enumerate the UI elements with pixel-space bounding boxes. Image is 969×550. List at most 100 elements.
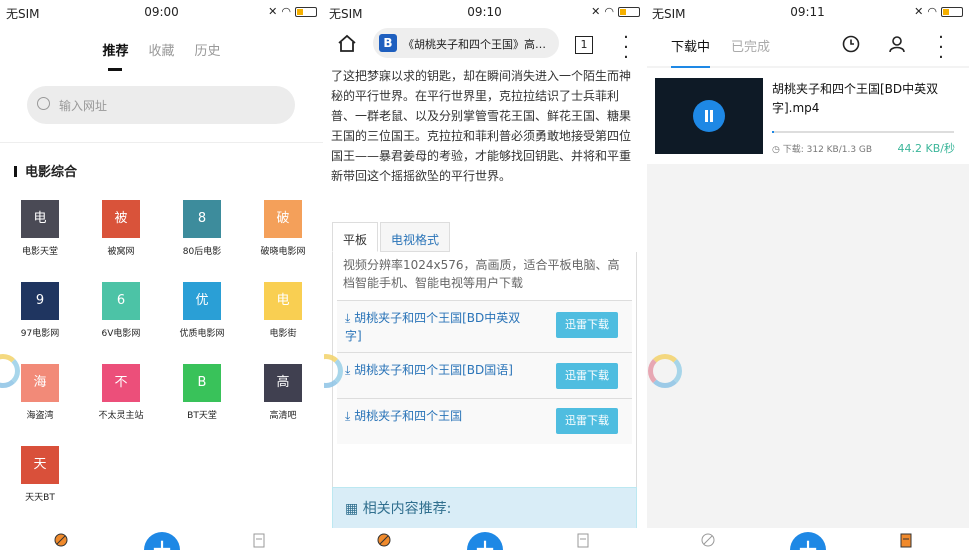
status-icons: ✕ ◠: [914, 5, 963, 18]
download-link[interactable]: ⤓ 胡桃夹子和四个王国: [345, 407, 535, 425]
loading-spinner-icon: [648, 354, 682, 388]
browser-page-screen: 无SIM 09:10 ✕ ◠ B 《胡桃夹子和四个王国》高… 1 · · · 了这把梦…: [323, 0, 646, 550]
browser-home-screen: 无SIM 09:00 ✕ ◠ 推荐 收藏 历史 输入网址 电影综合 电电影天堂被被…: [0, 0, 323, 550]
tab-switcher-button[interactable]: 1: [575, 36, 593, 54]
status-icons: ✕ ◠: [591, 5, 640, 18]
site-logo-icon: 电: [21, 200, 59, 238]
format-description: 视频分辨率1024x576，高画质，适合平板电脑、高档智能手机、智能电视等用户下…: [343, 258, 620, 290]
site-shortcut[interactable]: 被被窝网: [86, 200, 156, 257]
thunder-download-button[interactable]: 迅雷下载: [556, 363, 618, 389]
notes-icon[interactable]: [575, 532, 591, 548]
home-icon[interactable]: [337, 34, 357, 52]
globe-icon: [37, 97, 50, 110]
site-logo-icon: 海: [21, 364, 59, 402]
address-text: 《胡桃夹子和四个王国》高…: [403, 38, 546, 51]
site-shortcut[interactable]: 6 6V电影网: [86, 282, 156, 339]
notes-icon[interactable]: [251, 532, 267, 548]
site-label: 6V电影网: [101, 329, 141, 339]
site-shortcut[interactable]: 高高清吧: [248, 364, 318, 421]
compass-icon[interactable]: [53, 532, 69, 548]
download-item[interactable]: 胡桃夹子和四个王国[BD中英双字].mp4 ◷ 下载: 312 KB/1.3 G…: [646, 68, 969, 164]
download-row: ⤓ 胡桃夹子和四个王国[BD中英双字] 迅雷下载: [337, 300, 632, 352]
site-shortcut[interactable]: 不不太灵主站: [86, 364, 156, 421]
tab-downloading[interactable]: 下载中: [671, 36, 711, 68]
thunder-download-button[interactable]: 迅雷下载: [556, 408, 618, 434]
compass-icon[interactable]: [700, 532, 716, 548]
tab-tablet[interactable]: 平板: [332, 222, 379, 252]
status-bar: 无SIM 09:11 ✕ ◠: [646, 0, 969, 24]
tab-tv-format[interactable]: 电视格式: [380, 222, 451, 252]
more-menu-icon[interactable]: · · ·: [938, 29, 944, 67]
section-title: 电影综合: [14, 161, 77, 180]
site-logo-icon: 8: [183, 200, 221, 238]
site-label: 高清吧: [269, 411, 297, 421]
url-input[interactable]: 输入网址: [27, 86, 295, 124]
thunder-download-button[interactable]: 迅雷下载: [556, 312, 618, 338]
site-logo-icon: 电: [264, 282, 302, 320]
pause-icon[interactable]: [693, 100, 725, 132]
site-logo-icon: 优: [183, 282, 221, 320]
mute-icon: ✕: [914, 5, 924, 18]
wifi-icon: ◠: [604, 5, 614, 18]
video-thumbnail: [655, 78, 763, 154]
site-logo-icon: 9: [21, 282, 59, 320]
site-logo-icon: 天: [21, 446, 59, 484]
download-link[interactable]: ⤓ 胡桃夹子和四个王国[BD国语]: [345, 361, 535, 379]
site-shortcut[interactable]: 优优质电影网: [167, 282, 237, 339]
site-label: 优质电影网: [179, 329, 225, 339]
more-menu-icon[interactable]: · · ·: [623, 29, 629, 67]
download-row: ⤓ 胡桃夹子和四个王国 迅雷下载: [337, 398, 632, 444]
url-placeholder: 输入网址: [59, 99, 108, 113]
download-speed: 44.2 KB/秒: [897, 142, 955, 155]
clock-icon[interactable]: [842, 35, 860, 53]
file-name: 胡桃夹子和四个王国[BD中英双字].mp4: [772, 82, 939, 115]
site-label: 天天BT: [25, 493, 55, 503]
site-label: BT天堂: [187, 411, 217, 421]
wifi-icon: ◠: [927, 5, 937, 18]
progress-bar: [772, 131, 954, 133]
site-shortcut[interactable]: B BT天堂: [167, 364, 237, 421]
site-label: 不太灵主站: [98, 411, 144, 421]
site-shortcut[interactable]: 电电影街: [248, 282, 318, 339]
site-shortcut[interactable]: 9 97电影网: [5, 282, 75, 339]
notes-icon[interactable]: [898, 532, 914, 548]
divider: [646, 0, 647, 550]
status-bar: 无SIM 09:10 ✕ ◠: [323, 0, 646, 24]
download-toolbar: 下载中 已完成 · · ·: [646, 24, 969, 68]
site-logo-icon: B: [379, 34, 397, 52]
site-logo-icon: B: [183, 364, 221, 402]
download-link[interactable]: ⤓ 胡桃夹子和四个王国[BD中英双字]: [345, 309, 535, 345]
tab-favorites[interactable]: 收藏: [148, 40, 174, 59]
mute-icon: ✕: [591, 5, 601, 18]
site-shortcut[interactable]: 电电影天堂: [5, 200, 75, 257]
site-logo-icon: 高: [264, 364, 302, 402]
browser-toolbar: B 《胡桃夹子和四个王国》高… 1 · · ·: [323, 24, 646, 67]
site-label: 电影街: [269, 329, 297, 339]
wifi-icon: ◠: [281, 5, 291, 18]
battery-icon: [618, 6, 640, 17]
tab-recommended[interactable]: 推荐: [102, 40, 128, 71]
mute-icon: ✕: [268, 5, 278, 18]
site-shortcut[interactable]: 破破晓电影网: [248, 200, 318, 257]
site-shortcut[interactable]: 8 80后电影: [167, 200, 237, 257]
site-logo-icon: 破: [264, 200, 302, 238]
status-icons: ✕ ◠: [268, 5, 317, 18]
site-label: 97电影网: [20, 329, 60, 339]
site-label: 被窝网: [107, 247, 135, 257]
download-row: ⤓ 胡桃夹子和四个王国[BD国语] 迅雷下载: [337, 352, 632, 398]
address-bar[interactable]: B 《胡桃夹子和四个王国》高…: [373, 28, 559, 58]
site-label: 破晓电影网: [260, 247, 306, 257]
battery-icon: [295, 6, 317, 17]
tab-history[interactable]: 历史: [195, 40, 221, 59]
site-logo-icon: 被: [102, 200, 140, 238]
article-text: 了这把梦寐以求的钥匙，却在瞬间消失进入一个陌生而神秘的平行世界。在平行世界里，克…: [331, 69, 632, 183]
tab-completed[interactable]: 已完成: [731, 36, 770, 55]
battery-icon: [941, 6, 963, 17]
home-tabs: 推荐 收藏 历史: [0, 40, 323, 71]
user-icon[interactable]: [888, 35, 906, 53]
site-shortcut[interactable]: 天天天BT: [5, 446, 75, 503]
site-label: 海盗湾: [26, 411, 54, 421]
site-logo-icon: 不: [102, 364, 140, 402]
compass-icon[interactable]: [376, 532, 392, 548]
download-manager-screen: 无SIM 09:11 ✕ ◠ 下载中 已完成 · · · 胡桃夹子和四个王国[BD中英…: [646, 0, 969, 550]
